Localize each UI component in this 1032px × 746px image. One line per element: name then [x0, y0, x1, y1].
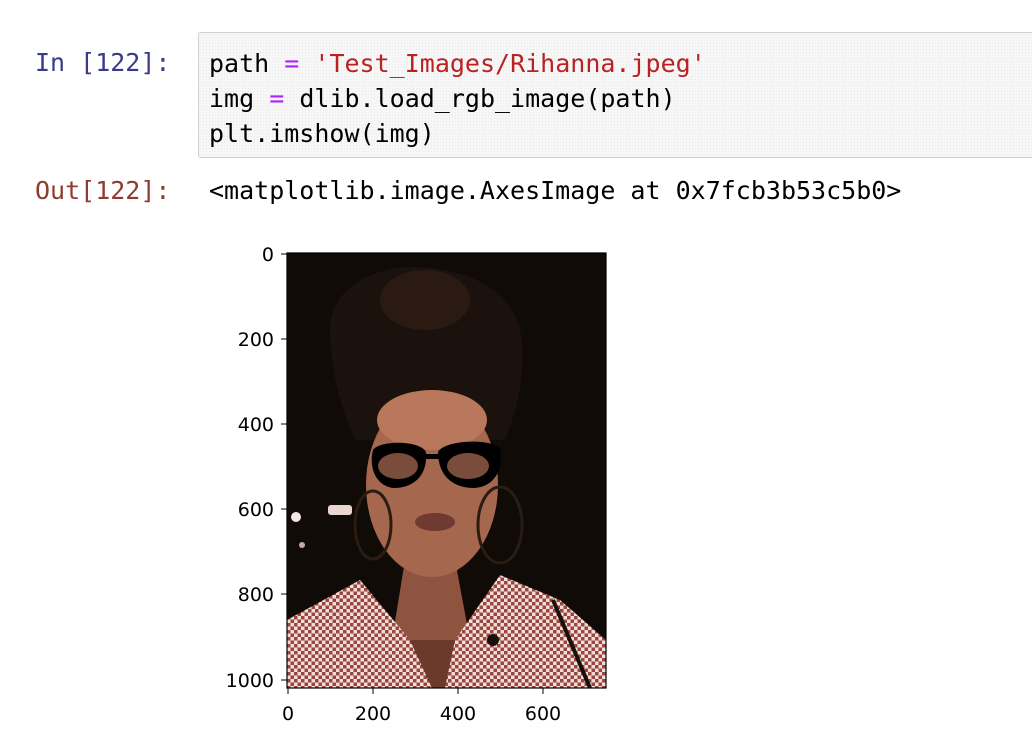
y-tick-label: 400: [238, 414, 274, 436]
background-light: [291, 512, 301, 522]
y-axis: 0 200 400 600 800 1000: [226, 244, 287, 692]
y-tick-label: 200: [238, 329, 274, 351]
glasses-right-lens: [447, 453, 489, 479]
x-tick-label: 400: [440, 703, 476, 725]
x-tick-label: 600: [525, 703, 561, 725]
notebook-cell: In [122]: path = 'Test_Images/Rihanna.jp…: [0, 0, 1032, 746]
glasses-bridge: [424, 454, 440, 459]
x-tick-label: 0: [282, 703, 294, 725]
background-light: [299, 542, 305, 548]
y-tick-label: 600: [238, 499, 274, 521]
hair-bun: [380, 270, 470, 330]
x-tick-label: 200: [355, 703, 391, 725]
lips-shape: [415, 513, 455, 531]
y-tick-label: 800: [238, 584, 274, 606]
y-tick-label: 1000: [226, 670, 274, 692]
glasses-left-lens: [378, 453, 418, 479]
y-tick-label: 0: [262, 244, 274, 266]
background-light: [328, 505, 352, 515]
imshow-plot: 0 200 400 600 800 1000 0 200 400 600: [226, 244, 607, 725]
forehead-highlight: [377, 390, 487, 450]
x-axis: 0 200 400 600: [282, 688, 561, 725]
portrait-image: [287, 253, 606, 688]
jacket-button: [487, 634, 499, 646]
